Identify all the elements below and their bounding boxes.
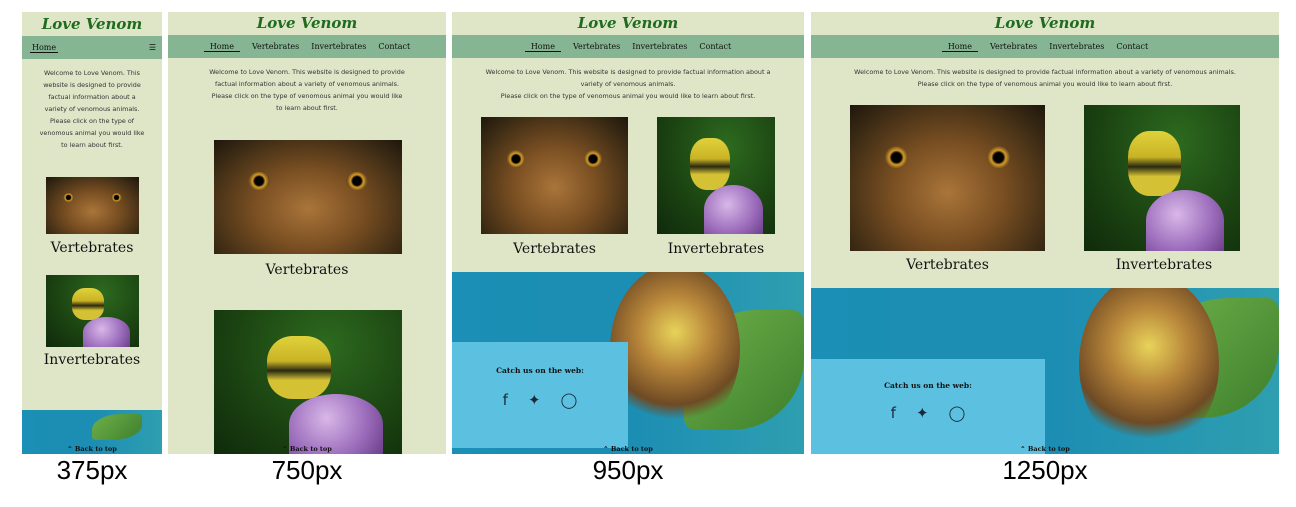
social-icons: f ✦ ◯ xyxy=(452,391,628,409)
facebook-icon[interactable]: f xyxy=(503,391,508,409)
breakpoint-label-1250: 1250px xyxy=(1002,455,1088,485)
nav-home[interactable]: Home xyxy=(524,42,561,52)
back-to-top-link[interactable]: ⌃ Back to top xyxy=(22,445,162,453)
hero-banner: Catch us on the web: f ✦ ◯ ⌃ Back to top xyxy=(452,272,804,454)
hero-banner: ⌃ Back to top xyxy=(22,410,162,454)
back-to-top-link[interactable]: ⌃ Back to top xyxy=(452,445,804,453)
double-chevron-up-icon: ⌃ xyxy=(1020,445,1026,453)
facebook-icon[interactable]: f xyxy=(891,404,896,422)
welcome-line-2: Please click on the type of venomous ani… xyxy=(211,92,403,112)
catch-us-heading: Catch us on the web: xyxy=(496,366,584,375)
back-to-top-link[interactable]: ⌃ Back to top xyxy=(168,445,446,453)
instagram-icon[interactable]: ◯ xyxy=(949,404,966,422)
nav-invertebrates[interactable]: Invertebrates xyxy=(632,42,687,51)
nav-home[interactable]: Home xyxy=(203,42,240,52)
wasp-image[interactable] xyxy=(657,117,775,234)
double-chevron-up-icon: ⌃ xyxy=(603,445,609,453)
invertebrates-caption[interactable]: Invertebrates xyxy=(642,241,790,257)
breakpoint-label-950: 950px xyxy=(592,455,664,485)
breakpoint-label-375: 375px xyxy=(56,455,128,485)
social-box: Catch us on the web: f ✦ ◯ xyxy=(811,359,1045,454)
welcome-text: Welcome to Love Venom. This website is d… xyxy=(22,59,162,151)
site-logo[interactable]: Love Venom xyxy=(811,12,1279,35)
nav-invertebrates[interactable]: Invertebrates xyxy=(311,42,366,51)
wasp-image[interactable] xyxy=(214,310,402,454)
welcome-line-1: Welcome to Love Venom. This website is d… xyxy=(209,68,405,88)
preview-950: Love Venom Home Vertebrates Invertebrate… xyxy=(452,12,804,454)
nav-contact[interactable]: Contact xyxy=(1116,42,1148,51)
vertebrates-caption[interactable]: Vertebrates xyxy=(850,257,1045,273)
toad-image[interactable] xyxy=(214,140,402,254)
welcome-line-1: Welcome to Love Venom. This website is d… xyxy=(485,68,771,88)
welcome-text: Welcome to Love Venom. This website is d… xyxy=(168,58,446,114)
double-chevron-up-icon: ⌃ xyxy=(67,445,73,453)
preview-375: Love Venom Home ☰ Welcome to Love Venom.… xyxy=(22,12,162,454)
nav-home[interactable]: Home xyxy=(30,43,59,53)
vertebrates-caption[interactable]: Vertebrates xyxy=(168,262,446,278)
preview-750: Love Venom Home Vertebrates Invertebrate… xyxy=(168,12,446,454)
back-to-top-label: Back to top xyxy=(74,445,117,453)
nav-contact[interactable]: Contact xyxy=(699,42,731,51)
back-to-top-label: Back to top xyxy=(610,445,653,453)
nav-invertebrates[interactable]: Invertebrates xyxy=(1049,42,1104,51)
nav-vertebrates[interactable]: Vertebrates xyxy=(990,42,1037,51)
nav-bar: Home Vertebrates Invertebrates Contact xyxy=(452,35,804,58)
site-logo[interactable]: Love Venom xyxy=(22,12,162,36)
welcome-text: Welcome to Love Venom. This website is d… xyxy=(452,58,804,102)
back-to-top-link[interactable]: ⌃ Back to top xyxy=(811,445,1279,453)
social-icons: f ✦ ◯ xyxy=(811,404,1045,422)
twitter-icon[interactable]: ✦ xyxy=(916,404,929,422)
welcome-text: Welcome to Love Venom. This website is d… xyxy=(811,58,1279,90)
nav-bar: Home Vertebrates Invertebrates Contact xyxy=(811,35,1279,58)
welcome-line-2: Please click on the type of venomous ani… xyxy=(500,92,756,100)
breakpoint-label-750: 750px xyxy=(271,455,343,485)
nav-bar: Home Vertebrates Invertebrates Contact xyxy=(168,35,446,58)
vertebrates-caption[interactable]: Vertebrates xyxy=(22,240,162,256)
twitter-icon[interactable]: ✦ xyxy=(528,391,541,409)
double-chevron-up-icon: ⌃ xyxy=(282,445,288,453)
welcome-line-1: Welcome to Love Venom. This website is d… xyxy=(854,68,1236,76)
welcome-line-2: Please click on the type of venomous ani… xyxy=(917,80,1173,88)
invertebrates-caption[interactable]: Invertebrates xyxy=(22,352,162,368)
instagram-icon[interactable]: ◯ xyxy=(561,391,578,409)
toad-image[interactable] xyxy=(850,105,1045,251)
nav-vertebrates[interactable]: Vertebrates xyxy=(573,42,620,51)
back-to-top-label: Back to top xyxy=(1027,445,1070,453)
spider-image xyxy=(1079,288,1219,454)
wasp-image[interactable] xyxy=(1084,105,1240,251)
toad-image[interactable] xyxy=(481,117,628,234)
nav-contact[interactable]: Contact xyxy=(378,42,410,51)
leaf-shape xyxy=(92,414,142,440)
nav-bar: Home ☰ xyxy=(22,36,162,59)
social-box: Catch us on the web: f ✦ ◯ xyxy=(452,342,628,448)
nav-vertebrates[interactable]: Vertebrates xyxy=(252,42,299,51)
welcome-line-2: Please click on the type of venomous ani… xyxy=(39,117,145,149)
welcome-line-1: Welcome to Love Venom. This website is d… xyxy=(43,69,141,113)
wasp-image[interactable] xyxy=(46,275,139,347)
hero-banner: Catch us on the web: f ✦ ◯ ⌃ Back to top xyxy=(811,288,1279,454)
site-logo[interactable]: Love Venom xyxy=(168,12,446,35)
nav-home[interactable]: Home xyxy=(941,42,978,52)
vertebrates-caption[interactable]: Vertebrates xyxy=(481,241,628,257)
site-logo[interactable]: Love Venom xyxy=(452,12,804,35)
back-to-top-label: Back to top xyxy=(289,445,332,453)
preview-1250: Love Venom Home Vertebrates Invertebrate… xyxy=(811,12,1279,454)
spider-image xyxy=(610,272,740,434)
catch-us-heading: Catch us on the web: xyxy=(884,381,972,390)
invertebrates-caption[interactable]: Invertebrates xyxy=(1069,257,1259,273)
toad-image[interactable] xyxy=(46,177,139,234)
hamburger-icon[interactable]: ☰ xyxy=(149,43,156,52)
